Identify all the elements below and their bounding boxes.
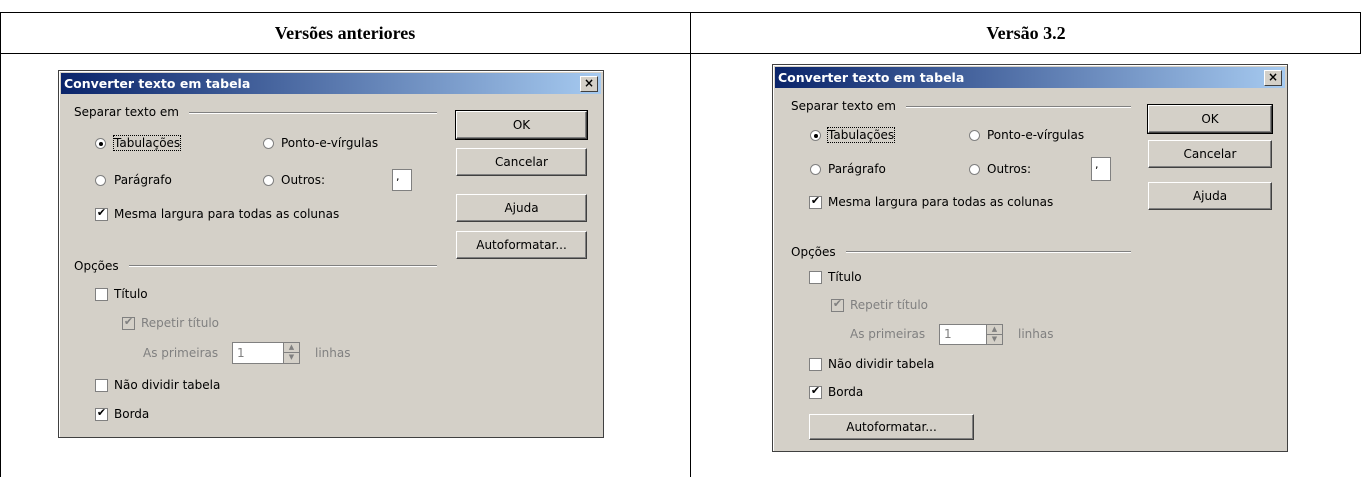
- radio-tabs-label[interactable]: Tabulações: [112, 135, 182, 151]
- check-border-label[interactable]: Borda: [114, 407, 149, 421]
- radio-tabs-label[interactable]: Tabulações: [826, 127, 896, 143]
- first-rows-value: 1: [944, 327, 952, 341]
- first-rows-spinbox[interactable]: 1 ▲ ▼: [939, 324, 1003, 345]
- group-line-options: [846, 251, 1131, 253]
- check-border[interactable]: ✔: [809, 384, 822, 399]
- check-same-width[interactable]: ✔: [95, 206, 108, 221]
- check-title[interactable]: [95, 288, 108, 301]
- check-same-width-label[interactable]: Mesma largura para todas as colunas: [828, 195, 1053, 209]
- others-separator-input[interactable]: ,: [1091, 157, 1111, 181]
- spin-down-icon[interactable]: ▼: [284, 353, 299, 363]
- radio-paragraph-label[interactable]: Parágrafo: [828, 162, 886, 176]
- group-label-options: Opções: [74, 259, 119, 273]
- group-line-separate: [906, 106, 1131, 108]
- convert-dialog-old: Converter texto em tabela × Separar text…: [58, 70, 604, 438]
- dialog-title: Converter texto em tabela: [64, 76, 251, 91]
- radio-semicolons-label[interactable]: Ponto-e-vírgulas: [281, 136, 378, 150]
- table-column-divider: [690, 12, 691, 477]
- radio-others-label[interactable]: Outros:: [281, 173, 325, 187]
- check-same-width[interactable]: ✔: [809, 194, 822, 209]
- others-separator-input[interactable]: ,: [392, 169, 412, 191]
- checkmark-icon: ✔: [810, 384, 821, 397]
- check-no-split[interactable]: [809, 358, 822, 371]
- radio-paragraph-label[interactable]: Parágrafo: [114, 173, 172, 187]
- radio-paragraph[interactable]: [95, 175, 106, 186]
- lines-label: linhas: [1018, 327, 1054, 341]
- check-no-split[interactable]: [95, 379, 108, 392]
- radio-semicolons[interactable]: [969, 130, 980, 141]
- check-repeat-title-label[interactable]: Repetir título: [141, 316, 219, 330]
- radio-others-label[interactable]: Outros:: [987, 162, 1031, 176]
- spin-buttons[interactable]: ▲ ▼: [986, 325, 1002, 344]
- cancel-button[interactable]: Cancelar: [1148, 140, 1272, 168]
- first-rows-value: 1: [237, 346, 245, 360]
- spin-up-icon[interactable]: ▲: [987, 325, 1002, 335]
- checkmark-icon: ✔: [810, 194, 821, 207]
- autoformat-button[interactable]: Autoformatar...: [456, 231, 587, 259]
- dialog-titlebar: Converter texto em tabela ×: [775, 67, 1285, 88]
- lines-label: linhas: [315, 346, 351, 360]
- spin-up-icon[interactable]: ▲: [284, 343, 299, 353]
- dialog-titlebar: Converter texto em tabela ×: [61, 73, 601, 94]
- column-heading-right: Versão 3.2: [986, 23, 1066, 43]
- group-label-separate: Separar texto em: [791, 99, 896, 113]
- checkmark-icon: ✔: [96, 206, 107, 219]
- group-line-separate: [189, 112, 437, 114]
- column-heading-left: Versões anteriores: [274, 23, 416, 43]
- checkmark-icon: ✔: [96, 406, 107, 419]
- group-label-options: Opções: [791, 245, 836, 259]
- radio-tabs[interactable]: [95, 138, 106, 149]
- ok-button[interactable]: OK: [455, 110, 588, 140]
- checkmark-icon: ✔: [832, 297, 843, 310]
- spin-buttons[interactable]: ▲ ▼: [283, 343, 299, 363]
- first-rows-label: As primeiras: [143, 346, 219, 360]
- help-button[interactable]: Ajuda: [456, 194, 587, 222]
- radio-semicolons-label[interactable]: Ponto-e-vírgulas: [987, 128, 1084, 142]
- radio-semicolons[interactable]: [263, 138, 274, 149]
- check-border-label[interactable]: Borda: [828, 385, 863, 399]
- close-icon[interactable]: ×: [1264, 70, 1282, 86]
- group-label-separate: Separar texto em: [74, 105, 179, 119]
- table-header-divider: [0, 53, 1361, 54]
- check-same-width-label[interactable]: Mesma largura para todas as colunas: [114, 207, 339, 221]
- radio-tabs[interactable]: [810, 130, 821, 141]
- radio-paragraph[interactable]: [810, 164, 821, 175]
- table-border-left: [0, 12, 1, 477]
- convert-dialog-new: Converter texto em tabela × Separar text…: [772, 64, 1288, 452]
- radio-others[interactable]: [969, 164, 980, 175]
- check-repeat-title-label[interactable]: Repetir título: [850, 298, 928, 312]
- check-title-label[interactable]: Título: [828, 270, 862, 284]
- help-button[interactable]: Ajuda: [1148, 182, 1272, 210]
- radio-selected-dot: [814, 134, 818, 138]
- autoformat-button[interactable]: Autoformatar...: [809, 414, 974, 440]
- radio-others[interactable]: [263, 175, 274, 186]
- check-title-label[interactable]: Título: [114, 287, 148, 301]
- ok-button[interactable]: OK: [1147, 104, 1273, 134]
- check-no-split-label[interactable]: Não dividir tabela: [114, 378, 220, 392]
- check-title[interactable]: [809, 271, 822, 284]
- close-icon[interactable]: ×: [580, 76, 598, 92]
- check-repeat-title[interactable]: ✔: [122, 315, 135, 330]
- cancel-button[interactable]: Cancelar: [456, 148, 587, 176]
- check-border[interactable]: ✔: [95, 406, 108, 421]
- spin-down-icon[interactable]: ▼: [987, 335, 1002, 345]
- check-no-split-label[interactable]: Não dividir tabela: [828, 357, 934, 371]
- dialog-title: Converter texto em tabela: [778, 70, 965, 85]
- first-rows-spinbox[interactable]: 1 ▲ ▼: [232, 342, 300, 364]
- radio-selected-dot: [99, 142, 103, 146]
- check-repeat-title[interactable]: ✔: [831, 297, 844, 312]
- group-line-options: [129, 265, 437, 267]
- checkmark-icon: ✔: [123, 315, 134, 328]
- first-rows-label: As primeiras: [850, 327, 926, 341]
